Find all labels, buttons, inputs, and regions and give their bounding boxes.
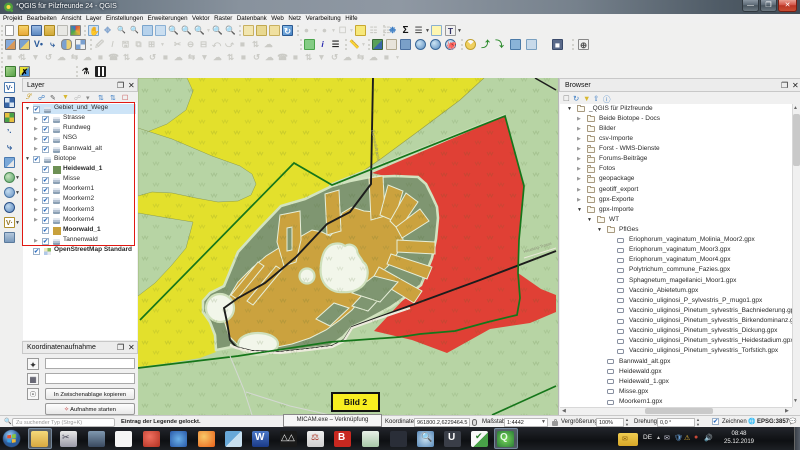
svg-text:Bild 2: Bild 2 xyxy=(344,397,367,407)
